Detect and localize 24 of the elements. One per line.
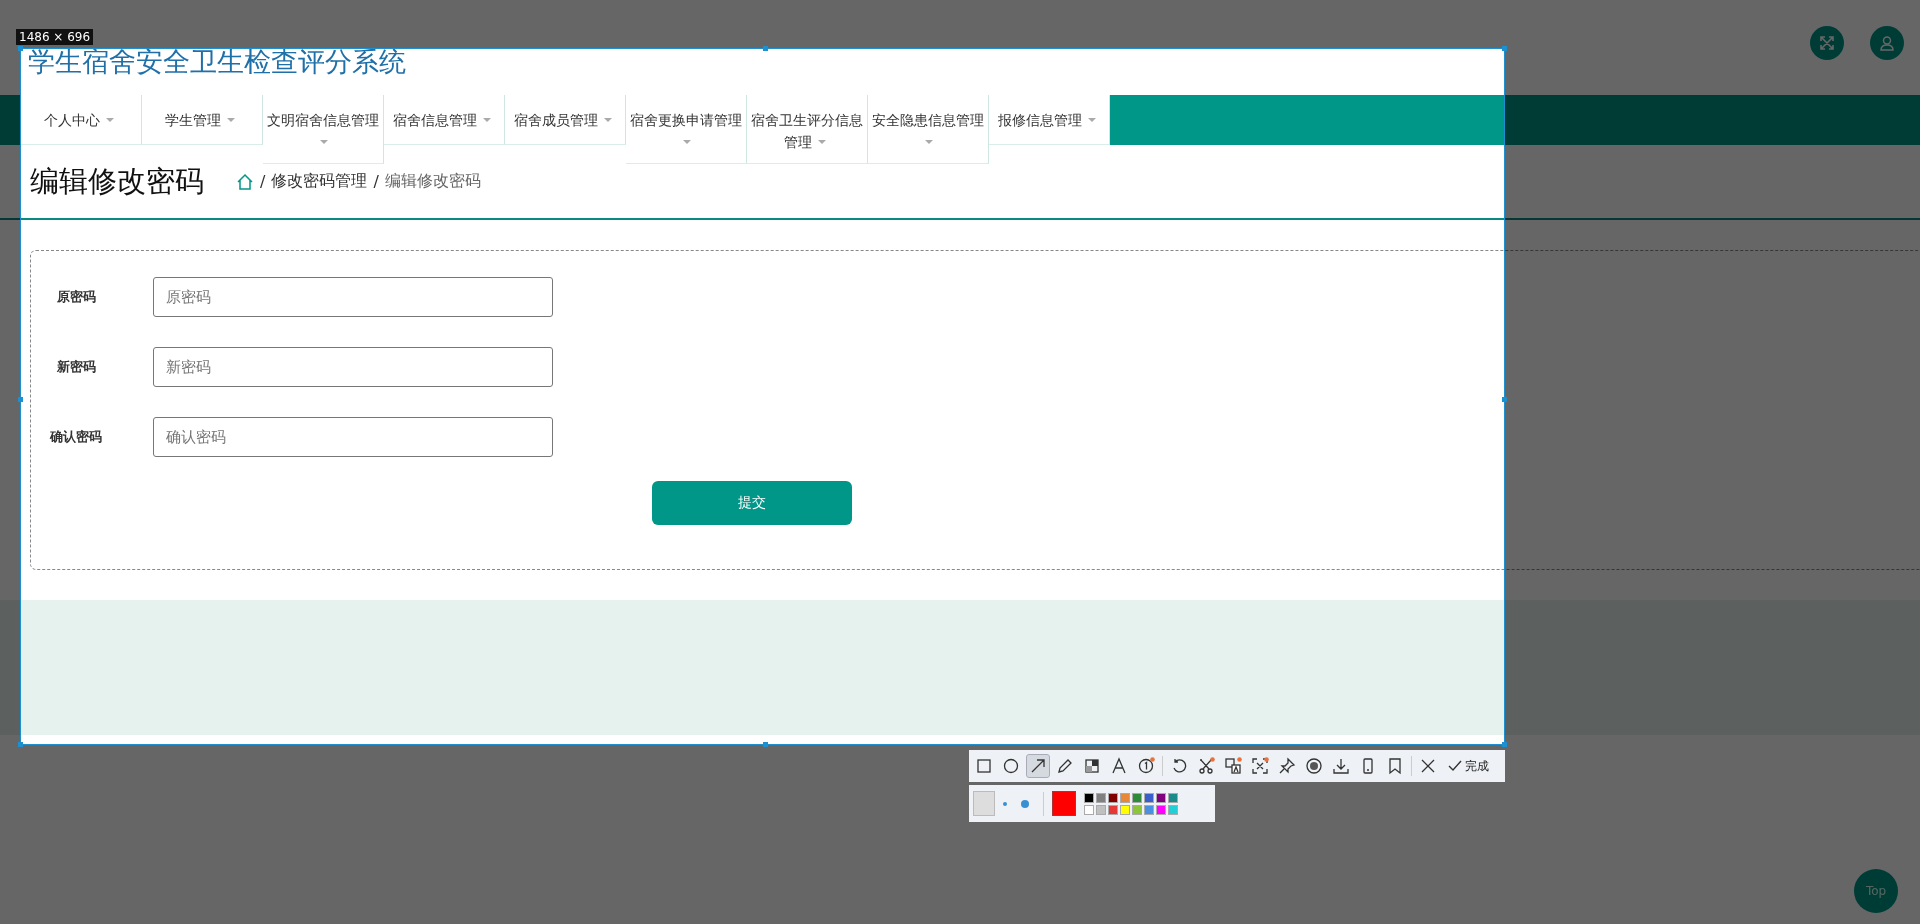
nav-menu-item[interactable]: 宿舍成员管理 bbox=[505, 95, 626, 145]
field-label: 新密码 bbox=[55, 358, 97, 376]
app-title: 学生宿舍安全卫生检查评分系统 bbox=[28, 44, 406, 79]
breadcrumb-item: 编辑修改密码 bbox=[384, 171, 481, 192]
password-field[interactable]: 新密码 bbox=[153, 347, 553, 387]
breadcrumb-separator: / bbox=[373, 172, 379, 191]
password-field[interactable]: 确认密码 bbox=[153, 417, 553, 457]
password-field[interactable]: 原密码 bbox=[153, 277, 553, 317]
nav-menu-item[interactable]: 宿舍卫生评分信息管理 bbox=[747, 95, 868, 164]
nav-menu-item[interactable]: 报修信息管理 bbox=[989, 95, 1110, 145]
nav-menu-item[interactable]: 学生管理 bbox=[142, 95, 263, 145]
breadcrumb-item[interactable]: 修改密码管理 bbox=[271, 171, 368, 192]
submit-button[interactable]: 提交 bbox=[652, 481, 852, 525]
nav-menu-item[interactable]: 安全隐患信息管理 bbox=[868, 95, 989, 164]
breadcrumb-separator: / bbox=[260, 172, 266, 191]
capture-size-label: 1486 × 696 bbox=[16, 29, 94, 45]
nav-menu-item[interactable]: 宿舍更换申请管理 bbox=[626, 95, 747, 164]
nav-menu-item[interactable]: 文明宿舍信息管理 bbox=[263, 95, 384, 164]
nav-menu-item[interactable]: 个人中心 bbox=[21, 95, 142, 145]
done-button[interactable]: 完成 bbox=[1448, 757, 1489, 775]
page-title: 编辑修改密码 bbox=[30, 162, 204, 200]
field-label: 确认密码 bbox=[48, 428, 103, 446]
nav-menu-item[interactable]: 宿舍信息管理 bbox=[384, 95, 505, 145]
field-label: 原密码 bbox=[55, 288, 97, 306]
